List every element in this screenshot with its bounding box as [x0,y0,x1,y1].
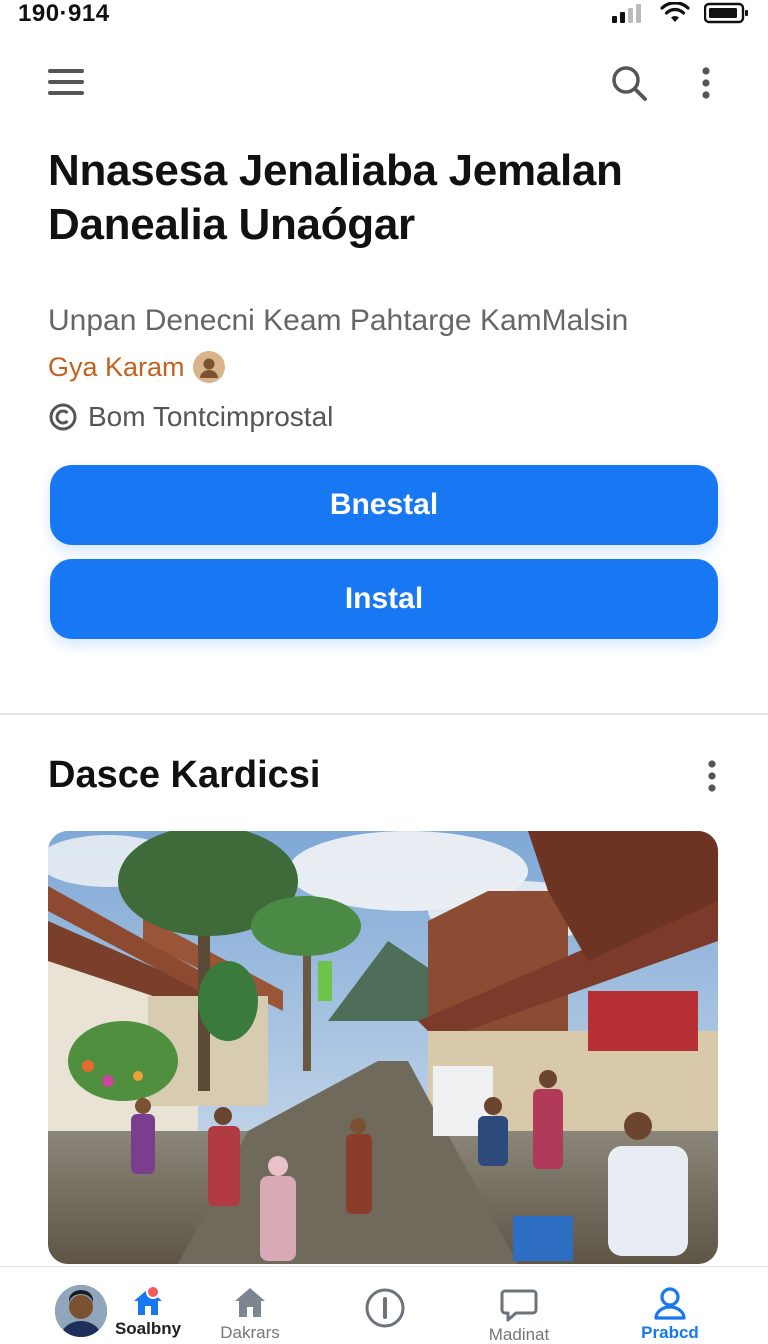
bottom-nav: Soalbny Dakrars Madinat Prabcd [0,1266,768,1344]
section-more-button[interactable] [696,754,728,798]
nav-item-profile[interactable]: Prabcd [628,1267,712,1344]
nav-item-madinat[interactable]: Madinat [478,1267,560,1344]
app-bar [0,56,768,108]
install-button[interactable]: Instal [50,559,718,639]
wifi-icon [660,2,690,22]
author-row[interactable]: Gya Karam [48,349,225,385]
meta-text: Bom Tontcimprostal [88,401,334,432]
more-vertical-icon [708,760,716,792]
more-vertical-icon [702,67,710,99]
hero-image[interactable] [48,831,718,1264]
search-button[interactable] [608,62,650,104]
battery-icon [704,2,748,24]
hamburger-icon [48,69,84,95]
section-divider [0,713,768,715]
copyright-icon [49,403,77,431]
alert-icon [365,1288,405,1328]
page-title: Nnasesa Jenaliaba Jemalan Danealia Unaóg… [48,146,623,249]
nav-label-profile: Prabcd [641,1323,699,1342]
nav-item-home[interactable]: Soalbny [112,1267,184,1344]
chat-icon [500,1289,538,1322]
section-title: Dasce Kardicsi [48,754,321,796]
nav-label-dakrars: Dakrars [220,1323,280,1342]
meta-row: Bom Tontcimprostal [48,398,333,436]
notification-badge [146,1285,160,1299]
status-time: 190·914 [18,0,110,27]
nav-item-dakrars[interactable]: Dakrars [210,1267,290,1344]
status-bar: 190·914 [0,0,768,34]
house-icon [235,1288,265,1317]
avatar-image [55,1285,107,1337]
status-icons [612,2,750,24]
primary-action-button[interactable]: Bnestal [50,465,718,545]
nav-label-madinat: Madinat [488,1325,550,1344]
nav-item-alert[interactable] [350,1267,420,1344]
user-avatar[interactable] [55,1285,107,1337]
more-options-button[interactable] [690,62,722,104]
signal-icon [612,4,641,23]
search-icon [612,66,647,101]
village-street-image [48,831,718,1264]
subtitle: Unpan Denecni Keam Pahtarge KamMalsin [48,304,629,337]
nav-label-home: Soalbny [114,1319,182,1338]
author-name[interactable]: Gya Karam [48,349,185,385]
author-avatar [192,351,225,383]
person-icon [199,358,218,378]
profile-icon [654,1287,686,1320]
menu-button[interactable] [46,62,86,102]
